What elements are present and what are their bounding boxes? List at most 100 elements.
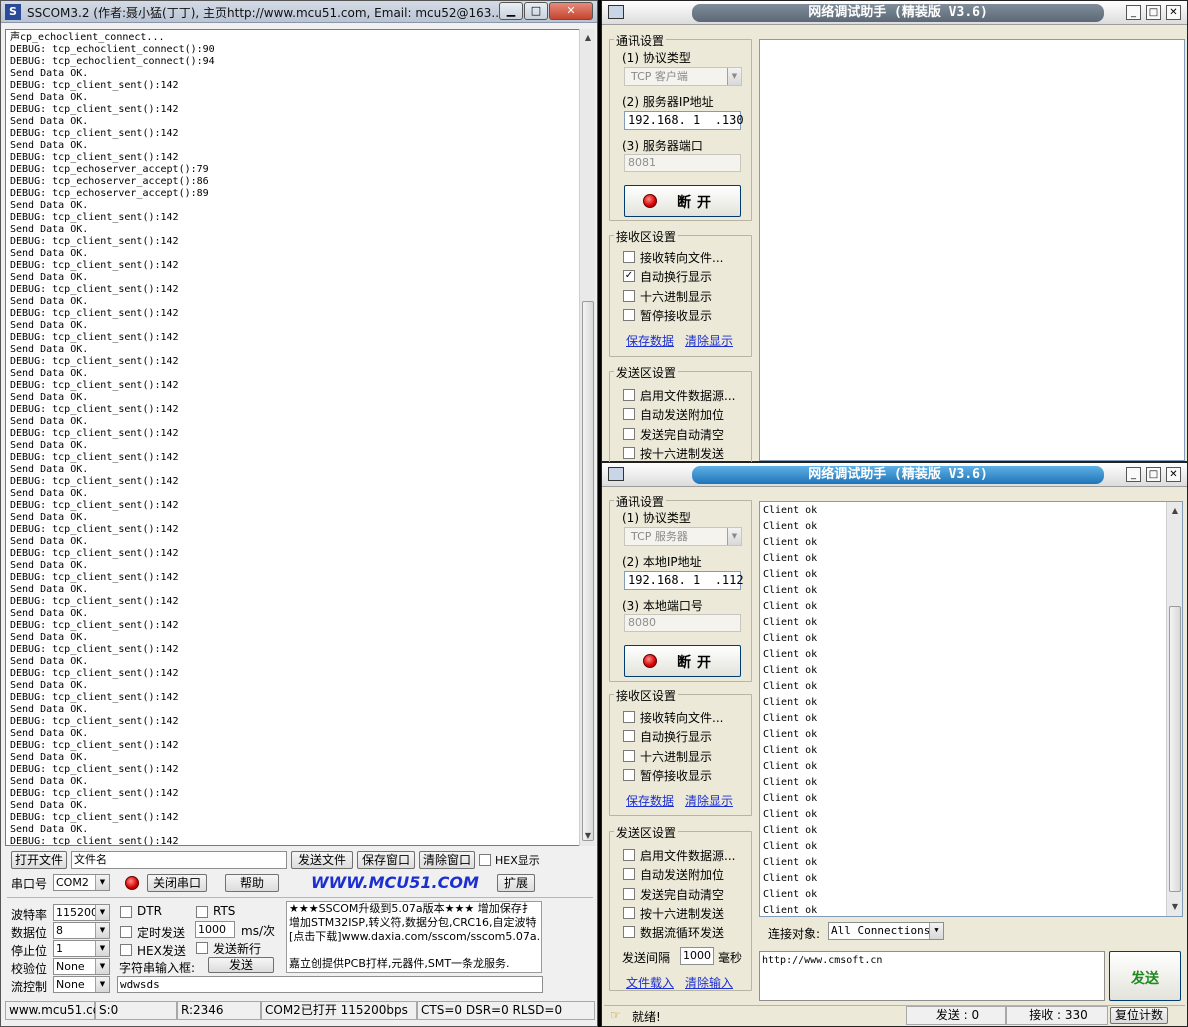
help-button[interactable]: 帮助 xyxy=(225,874,279,892)
ad-panel[interactable]: ★★★SSCOM升级到5.07a版本★★★ 增加保存扌 增加STM32ISP,转… xyxy=(286,901,542,973)
log-line: Send Data OK. xyxy=(10,608,89,619)
parity-label: 校验位 xyxy=(11,962,48,976)
interval-input[interactable]: 1000 xyxy=(195,921,235,938)
file-load-link[interactable]: 文件载入 xyxy=(626,974,674,991)
scroll-thumb[interactable] xyxy=(1169,606,1181,892)
server-receive-area[interactable]: Client ok Client ok Client ok Client ok Clie… xyxy=(759,501,1183,917)
protocol-value: TCP 服务器 xyxy=(631,530,688,543)
port-select[interactable]: COM2 ▼ xyxy=(53,874,110,891)
log-line: Send Data OK. xyxy=(10,440,89,451)
maximize-icon[interactable]: □ xyxy=(1146,5,1161,20)
send-interval-input[interactable]: 1000 xyxy=(680,947,714,965)
minimize-icon[interactable]: ▁ xyxy=(499,2,523,20)
loop-send-checkbox[interactable] xyxy=(623,926,635,938)
minimize-icon[interactable]: _ xyxy=(1126,5,1141,20)
log-line: DEBUG: tcp_client_sent():142 xyxy=(10,668,179,679)
scroll-down-icon[interactable]: ▼ xyxy=(581,829,595,843)
hex-display-checkbox[interactable] xyxy=(479,854,491,866)
sscom-receive-area[interactable]: 声cp_echoclient_connect... DEBUG: tcp_echo… xyxy=(5,29,580,846)
log-line: Send Data OK. xyxy=(10,248,89,259)
hex-send-checkbox[interactable] xyxy=(120,944,132,956)
pause-recv-checkbox[interactable] xyxy=(623,309,635,321)
recv-scrollbar[interactable]: ▲ ▼ xyxy=(1166,502,1182,916)
timed-send-checkbox[interactable] xyxy=(120,926,132,938)
hex-send-checkbox[interactable] xyxy=(623,447,635,459)
log-line: Send Data OK. xyxy=(10,656,89,667)
open-file-button[interactable]: 打开文件 xyxy=(11,851,67,869)
close-port-button[interactable]: 关闭串口 xyxy=(147,874,207,892)
databits-select[interactable]: 8 ▼ xyxy=(53,922,110,939)
pause-recv-checkbox[interactable] xyxy=(623,769,635,781)
auto-clear-checkbox[interactable] xyxy=(623,888,635,900)
parity-select[interactable]: None ▼ xyxy=(53,958,110,975)
clear-window-button[interactable]: 清除窗口 xyxy=(419,851,475,869)
rts-checkbox[interactable] xyxy=(196,906,208,918)
protocol-select[interactable]: TCP 客户端 ▼ xyxy=(624,67,742,86)
port-status-led-icon xyxy=(125,876,139,890)
send-button[interactable]: 发送 xyxy=(1109,951,1181,1001)
recv-to-file-checkbox[interactable] xyxy=(623,711,635,723)
maximize-icon[interactable]: □ xyxy=(524,2,548,20)
local-ip-input[interactable]: 192.168. 1 .112 xyxy=(624,571,744,590)
recv-line: Client ok xyxy=(763,537,818,548)
disconnect-button[interactable]: 断开 xyxy=(624,645,741,677)
auto-wrap-checkbox[interactable]: ✓ xyxy=(623,270,635,282)
enable-file-src-checkbox[interactable] xyxy=(623,849,635,861)
save-data-link[interactable]: 保存数据 xyxy=(626,792,674,809)
close-icon[interactable]: ✕ xyxy=(549,2,593,20)
enable-file-src-checkbox[interactable] xyxy=(623,389,635,401)
clear-display-link[interactable]: 清除显示 xyxy=(685,792,733,809)
file-name-input[interactable]: 文件名 xyxy=(71,851,287,869)
send-button[interactable]: 发送 xyxy=(208,957,274,973)
maximize-icon[interactable]: □ xyxy=(1146,467,1161,482)
hex-send-checkbox[interactable] xyxy=(623,907,635,919)
expand-button[interactable]: 扩展 xyxy=(497,874,535,892)
sscom-log-scrollbar[interactable]: ▲ ▼ xyxy=(579,29,595,846)
sscom-title-bar[interactable]: S SSCOM3.2 (作者:聂小猛(丁丁), 主页http://www.mcu… xyxy=(1,1,597,23)
hex-display-checkbox[interactable] xyxy=(623,750,635,762)
close-icon[interactable]: ✕ xyxy=(1166,5,1181,20)
stopbits-select[interactable]: 1 ▼ xyxy=(53,940,110,957)
hex-display-checkbox[interactable] xyxy=(623,290,635,302)
send-text-area[interactable]: http://www.cmsoft.cn xyxy=(759,951,1105,1001)
baud-select[interactable]: 115200 ▼ xyxy=(53,904,110,921)
hex-display-label: HEX显示 xyxy=(495,854,540,867)
auto-append-checkbox[interactable] xyxy=(623,408,635,420)
local-port-input[interactable]: 8080 xyxy=(624,614,741,632)
log-line: DEBUG: tcp_client_sent():142 xyxy=(10,104,179,115)
server-ip-input[interactable]: 192.168. 1 .130 xyxy=(624,111,744,130)
auto-wrap-checkbox[interactable] xyxy=(623,730,635,742)
scroll-up-icon[interactable]: ▲ xyxy=(1168,504,1182,518)
protocol-select[interactable]: TCP 服务器 ▼ xyxy=(624,527,742,546)
save-data-link[interactable]: 保存数据 xyxy=(626,332,674,349)
clear-input-link[interactable]: 清除输入 xyxy=(685,974,733,991)
connect-target-select[interactable]: All Connections ▼ xyxy=(828,922,944,940)
auto-append-checkbox[interactable] xyxy=(623,868,635,880)
reset-counter-button[interactable]: 复位计数 xyxy=(1110,1007,1168,1024)
clear-display-link[interactable]: 清除显示 xyxy=(685,332,733,349)
minimize-icon[interactable]: _ xyxy=(1126,467,1141,482)
mcu51-brand-link[interactable]: WWW.MCU51.COM xyxy=(311,873,479,892)
status-url[interactable]: www.mcu51.cor xyxy=(5,1001,105,1020)
client-receive-area[interactable] xyxy=(759,39,1185,461)
log-line: DEBUG: tcp_client_sent():142 xyxy=(10,548,179,559)
scroll-thumb[interactable] xyxy=(582,301,594,841)
recv-settings-title: 接收区设置 xyxy=(614,228,679,245)
log-line: DEBUG: tcp_echoserver_accept():86 xyxy=(10,176,209,187)
netassist-server-title-bar[interactable]: 网络调试助手 (精装版 V3.6) _ □ ✕ xyxy=(602,463,1187,487)
save-window-button[interactable]: 保存窗口 xyxy=(357,851,415,869)
dtr-checkbox[interactable] xyxy=(120,906,132,918)
scroll-up-icon[interactable]: ▲ xyxy=(581,31,595,45)
log-line: Send Data OK. xyxy=(10,512,89,523)
scroll-down-icon[interactable]: ▼ xyxy=(1168,900,1182,914)
flow-select[interactable]: None ▼ xyxy=(53,976,110,993)
netassist-client-title-bar[interactable]: 网络调试助手 (精装版 V3.6) _ □ ✕ xyxy=(602,1,1187,25)
close-icon[interactable]: ✕ xyxy=(1166,467,1181,482)
send-file-button[interactable]: 发送文件 xyxy=(291,851,353,869)
send-text-input[interactable]: wdwsds xyxy=(117,976,543,993)
server-port-input[interactable]: 8081 xyxy=(624,154,741,172)
send-newline-checkbox[interactable] xyxy=(196,942,208,954)
recv-to-file-checkbox[interactable] xyxy=(623,251,635,263)
auto-clear-checkbox[interactable] xyxy=(623,428,635,440)
disconnect-button[interactable]: 断开 xyxy=(624,185,741,217)
